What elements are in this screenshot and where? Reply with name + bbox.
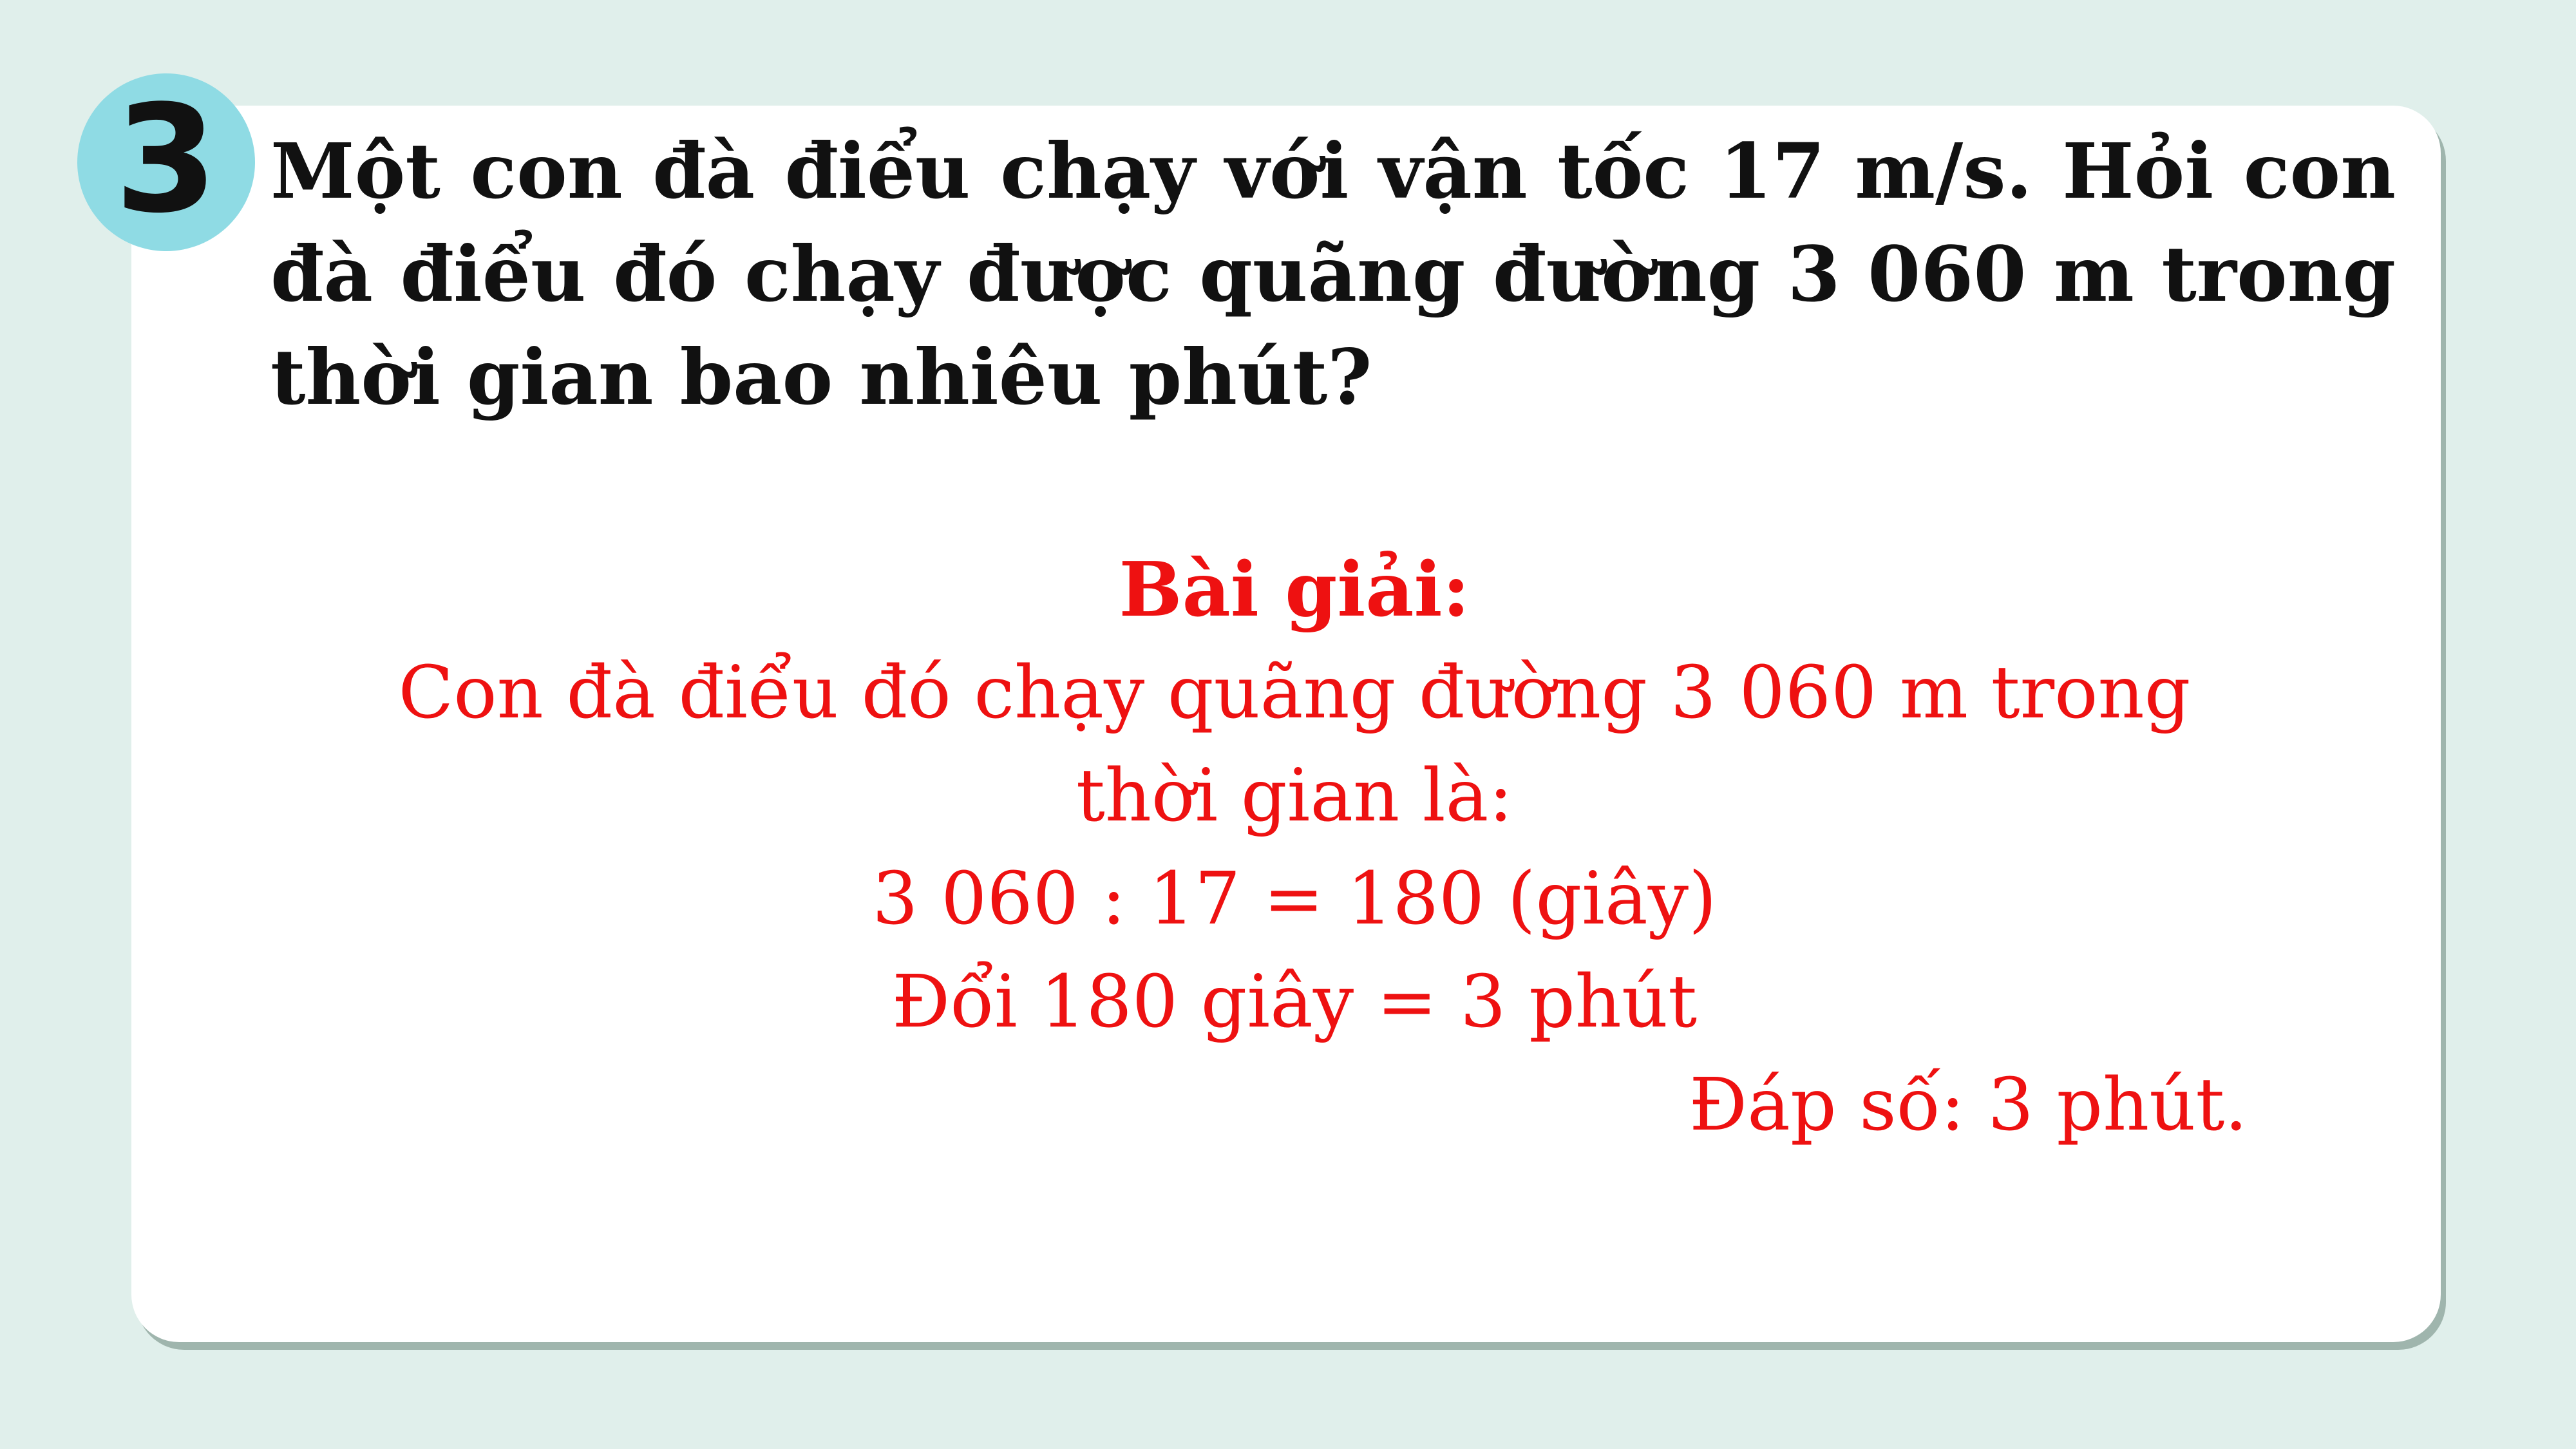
- solution-answer: Đáp số: 3 phút.: [1689, 1063, 2248, 1147]
- solution-block: Bài giải: Con đà điểu đó chạy quãng đườn…: [270, 538, 2318, 1157]
- solution-conversion: Đổi 180 giây = 3 phút: [891, 960, 1698, 1044]
- solution-heading: Bài giải:: [1119, 546, 1470, 634]
- problem-number: 3: [114, 74, 218, 246]
- problem-number-badge: 3: [77, 73, 255, 251]
- solution-calculation: 3 060 : 17 = 180 (giây): [872, 857, 1717, 941]
- problem-text: Một con đà điểu chạy với vận tốc 17 m/s.…: [270, 126, 2396, 422]
- solution-line-1: Con đà điểu đó chạy quãng đường 3 060 m …: [398, 651, 2191, 735]
- solution-line-2: thời gian là:: [1075, 754, 1513, 838]
